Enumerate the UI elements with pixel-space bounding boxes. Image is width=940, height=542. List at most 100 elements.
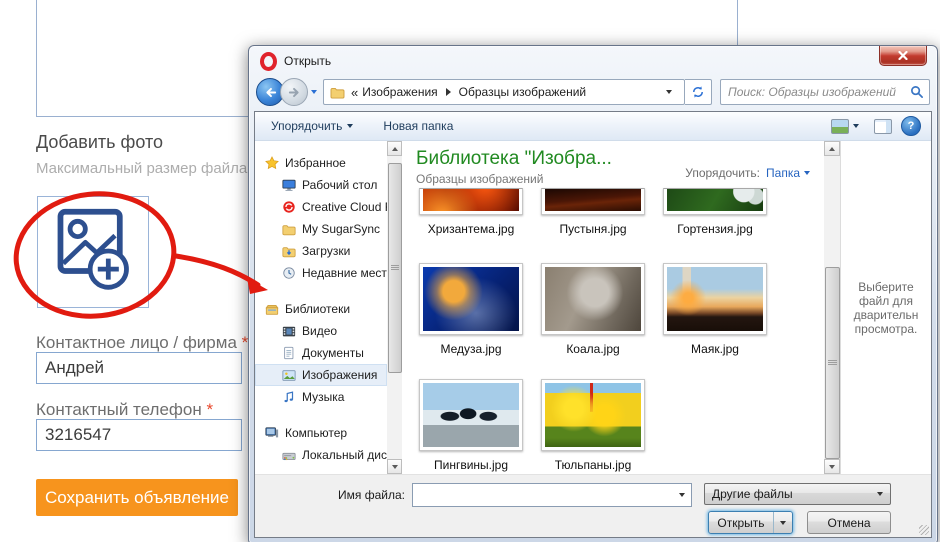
forward-button[interactable]	[280, 78, 308, 106]
file-item[interactable]: Пингвины.jpg	[410, 379, 532, 472]
sidebar-item-documents[interactable]: Документы	[255, 342, 387, 364]
navigation-pane: Избранное Рабочий стол Creative Cloud Fi…	[255, 141, 387, 474]
help-icon[interactable]: ?	[901, 116, 921, 136]
arrange-caret-icon	[804, 171, 810, 175]
save-ad-button[interactable]: Сохранить объявление	[36, 479, 238, 516]
arrange-by-dropdown[interactable]: Папка	[766, 166, 810, 180]
dialog-footer: Имя файла: Другие файлы Открыть Отмена	[255, 474, 931, 537]
downloads-folder-icon	[282, 245, 296, 258]
dialog-client-area: Упорядочить Новая папка ? Избранное	[254, 111, 932, 538]
breadcrumb-item-sample-pictures[interactable]: Образцы изображений	[459, 85, 586, 99]
filename-label: Имя файла:	[313, 488, 405, 502]
refresh-icon	[691, 85, 705, 99]
open-split-caret[interactable]	[773, 512, 792, 533]
resize-grip[interactable]	[919, 525, 929, 535]
scroll-down-icon[interactable]	[387, 459, 402, 474]
library-subtitle: Образцы изображений	[416, 172, 612, 186]
dialog-content: Избранное Рабочий стол Creative Cloud Fi…	[255, 141, 931, 474]
breadcrumb[interactable]: « Изображения Образцы изображений	[323, 79, 685, 105]
sidebar-item-sugarsync[interactable]: My SugarSync	[255, 218, 387, 240]
documents-icon	[282, 346, 296, 360]
scroll-up-icon[interactable]	[824, 141, 840, 156]
file-item[interactable]: Хризантема.jpg	[410, 188, 532, 236]
scroll-down-icon[interactable]	[824, 459, 840, 474]
thumbnail-penguins	[423, 383, 519, 447]
file-item[interactable]: Тюльпаны.jpg	[532, 379, 654, 472]
file-item[interactable]: Гортензия.jpg	[654, 188, 776, 236]
sidebar-scrollbar-thumb[interactable]	[388, 163, 402, 373]
refresh-button[interactable]	[685, 79, 712, 105]
sidebar-item-downloads[interactable]: Загрузки	[255, 240, 387, 262]
views-button[interactable]	[825, 116, 865, 137]
preview-pane-icon[interactable]	[874, 119, 892, 134]
filetype-caret-icon	[877, 492, 883, 496]
thumbnail-hydrangea	[667, 189, 763, 211]
thumbnail-lighthouse	[667, 267, 763, 331]
video-icon	[282, 325, 296, 338]
thumbnail-tulips	[545, 383, 641, 447]
sidebar-item-pictures[interactable]: Изображения	[255, 364, 387, 386]
file-item[interactable]: Маяк.jpg	[654, 263, 776, 356]
file-list-area: Библиотека "Изобра... Образцы изображени…	[402, 141, 824, 474]
folder-icon	[282, 223, 296, 236]
address-dropdown-icon[interactable]	[666, 90, 672, 94]
sidebar-item-favorites[interactable]: Избранное	[255, 152, 387, 174]
arrange-label: Упорядочить:	[685, 166, 760, 180]
sidebar-item-recent-places[interactable]: Недавние места	[255, 262, 387, 284]
sidebar-item-creative-cloud[interactable]: Creative Cloud Files	[255, 196, 387, 218]
disk-icon	[282, 449, 296, 462]
back-arrow-icon	[264, 86, 277, 99]
sidebar-item-video[interactable]: Видео	[255, 320, 387, 342]
file-item[interactable]: Пустыня.jpg	[532, 188, 654, 236]
sidebar-item-desktop[interactable]: Рабочий стол	[255, 174, 387, 196]
history-dropdown-icon[interactable]	[311, 90, 317, 94]
contact-name-field[interactable]	[36, 352, 242, 384]
add-photo-heading: Добавить фото	[36, 132, 163, 153]
views-caret-icon	[853, 124, 859, 128]
file-list-scrollbar[interactable]	[824, 141, 840, 474]
file-item[interactable]: Коала.jpg	[532, 263, 654, 356]
breadcrumb-separator-icon	[446, 88, 451, 96]
sidebar-item-music[interactable]: Музыка	[255, 386, 387, 408]
close-button[interactable]	[879, 46, 927, 66]
forward-arrow-icon	[288, 86, 301, 99]
organize-menu[interactable]: Упорядочить	[265, 116, 359, 136]
views-icon	[831, 119, 849, 134]
photo-upload-button[interactable]	[37, 196, 149, 308]
sidebar-scrollbar[interactable]	[387, 141, 402, 474]
filename-combobox	[412, 483, 692, 507]
breadcrumb-collapse[interactable]: «	[351, 85, 358, 100]
opera-icon	[260, 52, 277, 71]
scroll-up-icon[interactable]	[387, 141, 402, 156]
dialog-titlebar[interactable]: Открыть	[249, 46, 937, 76]
desktop-icon	[282, 178, 296, 192]
libraries-icon	[265, 303, 279, 316]
max-file-size-note: Максимальный размер файла: 1	[36, 160, 264, 177]
add-image-icon	[52, 206, 134, 299]
open-file-dialog: Открыть « Изображения Образцы изображени…	[248, 45, 938, 542]
preview-pane: Выберите файл для дварительн просмотра.	[840, 141, 931, 474]
search-icon[interactable]	[910, 85, 924, 99]
open-button[interactable]: Открыть	[708, 511, 793, 534]
filetype-select[interactable]: Другие файлы	[704, 483, 891, 505]
sidebar-item-libraries[interactable]: Библиотеки	[255, 298, 387, 320]
contact-name-label: Контактное лицо / фирма *	[36, 333, 248, 353]
thumbnail-jellyfish	[423, 267, 519, 331]
thumbnail-chrysanthemum	[423, 189, 519, 211]
breadcrumb-item-pictures[interactable]: Изображения	[362, 85, 437, 99]
sidebar-item-local-disk-c[interactable]: Локальный диск (C	[255, 444, 387, 466]
filename-input[interactable]	[413, 486, 679, 504]
cancel-button[interactable]: Отмена	[807, 511, 891, 534]
new-folder-button[interactable]: Новая папка	[377, 116, 459, 136]
sidebar-item-computer[interactable]: Компьютер	[255, 422, 387, 444]
search-input[interactable]	[726, 84, 910, 100]
creative-cloud-icon	[282, 200, 296, 214]
preview-hint-text: Выберите файл для дварительн просмотра.	[844, 280, 928, 336]
file-scrollbar-thumb[interactable]	[825, 267, 840, 459]
file-item[interactable]: Медуза.jpg	[410, 263, 532, 356]
filename-dropdown-icon[interactable]	[679, 493, 685, 497]
dialog-title: Открыть	[284, 54, 331, 68]
required-asterisk: *	[206, 400, 213, 419]
contact-phone-field[interactable]	[36, 419, 242, 451]
folder-icon	[330, 86, 345, 99]
